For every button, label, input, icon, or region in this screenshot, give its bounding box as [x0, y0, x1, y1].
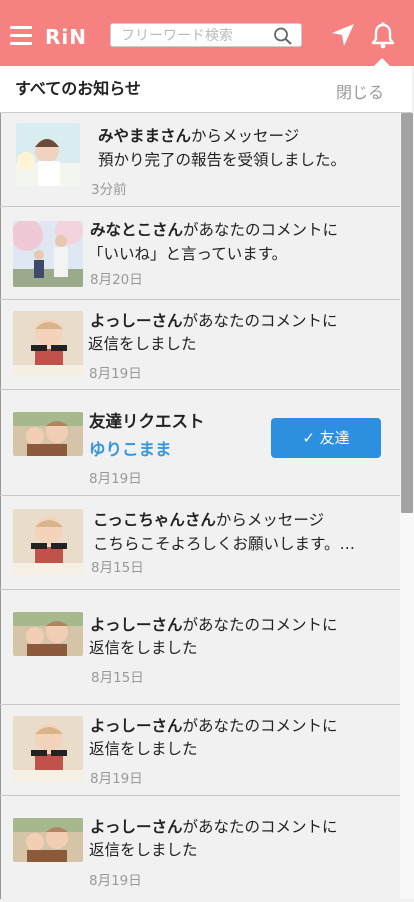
notification-date: 8月15日 — [91, 670, 144, 686]
close-button[interactable]: 閉じる — [336, 79, 384, 103]
notification-date: 8月15日 — [91, 560, 144, 576]
scrollbar[interactable] — [400, 113, 414, 899]
search-input[interactable] — [119, 26, 273, 46]
list-item[interactable]: みなとこさんがあなたのコメントに 「いいね」と言っています。 8月20日 — [0, 207, 400, 300]
notification-text: よっしーさんがあなたのコメントに — [90, 616, 338, 634]
list-item[interactable]: よっしーさんがあなたのコメントに 返信をしました 8月19日 — [0, 796, 400, 902]
top-bar: RiN — [0, 0, 414, 67]
notification-text-line2: 返信をしました — [88, 335, 197, 353]
avatar — [16, 123, 80, 186]
notification-date: 8月19日 — [90, 771, 143, 787]
search-box[interactable] — [110, 23, 302, 47]
avatar — [13, 818, 83, 862]
notification-text: よっしーさんがあなたのコメントに — [90, 717, 338, 735]
app-logo[interactable]: RiN — [45, 25, 87, 49]
notification-date: 8月19日 — [89, 366, 142, 382]
avatar — [13, 612, 83, 656]
notification-list: みやままさんからメッセージ 預かり完了の報告を受領しました。 3分前 みなとこさ… — [0, 113, 400, 902]
notification-date: 3分前 — [91, 182, 127, 198]
list-item[interactable]: よっしーさんがあなたのコメントに 返信をしました 8月15日 — [0, 590, 400, 705]
friend-accept-button[interactable]: ✓ 友達 — [271, 418, 381, 458]
search-icon[interactable] — [273, 27, 293, 49]
menu-icon[interactable] — [10, 26, 32, 46]
notification-text-line2: 返信をしました — [89, 841, 198, 859]
avatar — [13, 716, 83, 782]
scrollbar-thumb[interactable] — [401, 113, 413, 513]
avatar — [13, 509, 83, 575]
notification-text: よっしーさんがあなたのコメントに — [90, 312, 338, 330]
list-item[interactable]: よっしーさんがあなたのコメントに 返信をしました 8月19日 — [0, 300, 400, 390]
notifications-header: すべてのお知らせ 閉じる — [0, 66, 412, 113]
requester-name[interactable]: ゆりこまま — [89, 436, 172, 460]
notification-date: 8月19日 — [89, 471, 142, 487]
notification-text-line2: 返信をしました — [89, 740, 198, 758]
panel-title: すべてのお知らせ — [15, 79, 141, 98]
notification-text: よっしーさんがあなたのコメントに — [90, 818, 338, 836]
notification-text: みなとこさんがあなたのコメントに — [90, 221, 339, 239]
notification-text-line2: 返信をしました — [89, 639, 198, 657]
avatar — [13, 311, 83, 377]
list-item[interactable]: こっこちゃんさんからメッセージ こちらこそよろしくお願いします。… 8月15日 — [0, 496, 400, 590]
request-title: 友達リクエスト — [89, 412, 205, 431]
list-item[interactable]: みやままさんからメッセージ 預かり完了の報告を受領しました。 3分前 — [0, 113, 400, 207]
notification-text-line2: こちらこそよろしくお願いします。… — [93, 535, 355, 553]
avatar — [13, 221, 83, 287]
bell-icon[interactable] — [370, 22, 396, 54]
notification-date: 8月19日 — [89, 873, 142, 889]
location-arrow-icon[interactable] — [330, 22, 356, 52]
friend-request-item[interactable]: 友達リクエスト ゆりこまま 8月19日 ✓ 友達 — [0, 390, 400, 496]
notification-text: こっこちゃんさんからメッセージ — [93, 511, 325, 529]
list-item[interactable]: よっしーさんがあなたのコメントに 返信をしました 8月19日 — [0, 705, 400, 796]
avatar — [13, 412, 83, 456]
notification-text: みやままさんからメッセージ — [98, 127, 300, 145]
notification-text-line2: 預かり完了の報告を受領しました。 — [98, 151, 347, 169]
notification-text-line2: 「いいね」と言っています。 — [88, 245, 288, 263]
notification-date: 8月20日 — [90, 272, 143, 288]
